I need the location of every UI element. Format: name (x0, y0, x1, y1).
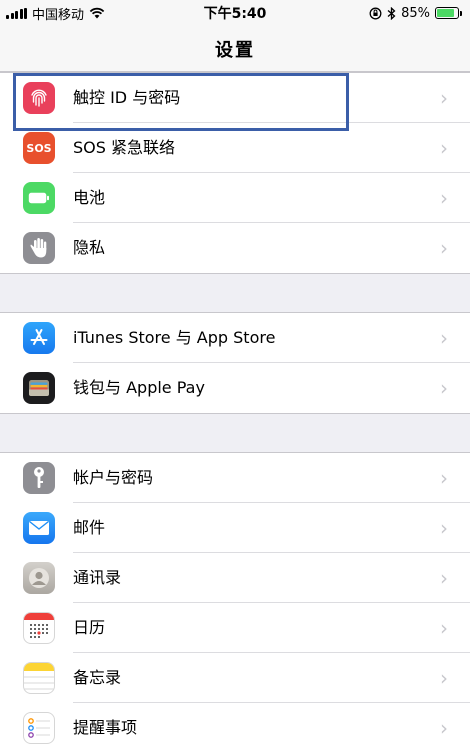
row-touch-id-passcode[interactable]: 触控 ID 与密码 › (0, 73, 470, 123)
row-reminders[interactable]: 提醒事项 › (0, 703, 470, 748)
row-label: 触控 ID 与密码 (73, 88, 181, 107)
chevron-right-icon: › (440, 466, 448, 490)
row-calendar[interactable]: 日历 › (0, 603, 470, 653)
chevron-right-icon: › (440, 716, 448, 740)
chevron-right-icon: › (440, 516, 448, 540)
row-label: 帐户与密码 (73, 468, 154, 487)
settings-group-2: iTunes Store 与 App Store › 钱包与 Apple Pay… (0, 312, 470, 414)
row-label: iTunes Store 与 App Store (73, 328, 276, 347)
row-label: 日历 (73, 618, 106, 637)
chevron-right-icon: › (440, 186, 448, 210)
row-label: SOS 紧急联络 (73, 138, 175, 157)
row-label: 钱包与 Apple Pay (73, 378, 205, 397)
row-label: 备忘录 (73, 668, 122, 687)
wallet-icon (23, 372, 55, 404)
row-label: 电池 (73, 188, 106, 207)
calendar-icon (23, 612, 55, 644)
row-privacy[interactable]: 隐私 › (0, 223, 470, 273)
row-sos[interactable]: SOS SOS 紧急联络 › (0, 123, 470, 173)
chevron-right-icon: › (440, 616, 448, 640)
row-wallet-apple-pay[interactable]: 钱包与 Apple Pay › (0, 363, 470, 413)
row-accounts-passwords[interactable]: 帐户与密码 › (0, 453, 470, 503)
row-battery[interactable]: 电池 › (0, 173, 470, 223)
battery-icon (435, 7, 459, 19)
battery-percent: 85% (401, 5, 430, 21)
status-bar: 中国移动 下午5:40 85% (0, 0, 470, 26)
row-notes[interactable]: 备忘录 › (0, 653, 470, 703)
orientation-lock-icon (369, 7, 382, 19)
battery-cap (460, 10, 462, 16)
battery-level (437, 9, 454, 17)
chevron-right-icon: › (440, 666, 448, 690)
sos-icon: SOS (23, 132, 55, 164)
sos-icon-text: SOS (26, 141, 52, 155)
fingerprint-icon (23, 82, 55, 114)
contacts-icon (23, 562, 55, 594)
status-right: 85% (369, 6, 462, 21)
status-left: 中国移动 (6, 4, 105, 23)
row-itunes-app-store[interactable]: iTunes Store 与 App Store › (0, 313, 470, 363)
page-title: 设置 (215, 39, 255, 61)
chevron-right-icon: › (440, 136, 448, 160)
settings-group-1: 触控 ID 与密码 › SOS SOS 紧急联络 › 电池 › 隐私 › (0, 72, 470, 274)
chevron-right-icon: › (440, 376, 448, 400)
app-store-icon (23, 322, 55, 354)
chevron-right-icon: › (440, 236, 448, 260)
chevron-right-icon: › (440, 326, 448, 350)
notes-icon (23, 662, 55, 694)
hand-icon (23, 232, 55, 264)
row-label: 邮件 (73, 518, 106, 537)
navigation-bar: 设置 (0, 26, 470, 72)
signal-icon (6, 7, 27, 19)
row-label: 隐私 (73, 238, 106, 257)
carrier-name: 中国移动 (32, 7, 85, 23)
row-contacts[interactable]: 通讯录 › (0, 553, 470, 603)
row-label: 通讯录 (73, 568, 122, 587)
chevron-right-icon: › (440, 566, 448, 590)
reminders-icon (23, 712, 55, 744)
row-mail[interactable]: 邮件 › (0, 503, 470, 553)
mail-icon (23, 512, 55, 544)
wifi-icon (89, 7, 105, 19)
battery-icon (23, 182, 55, 214)
row-label: 提醒事项 (73, 718, 138, 737)
bluetooth-icon (387, 6, 396, 20)
chevron-right-icon: › (440, 86, 448, 110)
key-icon (23, 462, 55, 494)
settings-group-3: 帐户与密码 › 邮件 › 通讯录 › 日历 › 备忘录 › 提醒事项 › (0, 452, 470, 748)
